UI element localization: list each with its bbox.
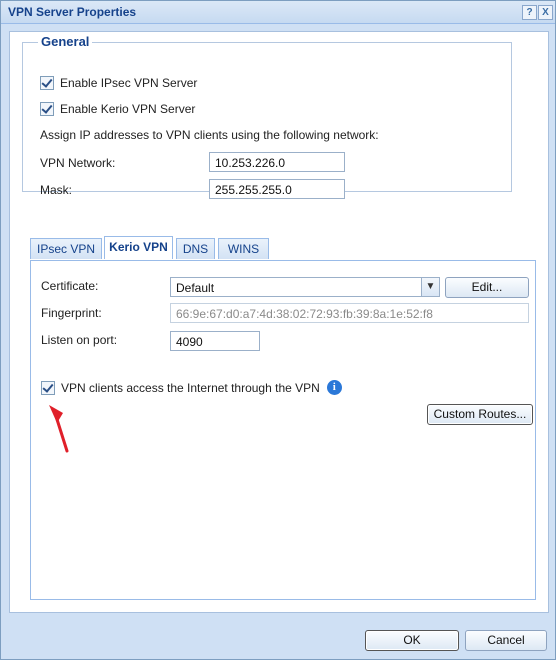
internet-through-vpn-row: VPN clients access the Internet through … (41, 380, 342, 395)
internet-through-vpn-checkbox[interactable] (41, 380, 55, 395)
ok-button[interactable]: OK (365, 630, 459, 651)
certificate-value: Default (176, 281, 215, 295)
enable-ipsec-checkbox[interactable] (40, 76, 54, 90)
enable-ipsec-label: Enable IPsec VPN Server (60, 76, 198, 90)
listen-port-label: Listen on port: (41, 333, 118, 347)
vpn-server-properties-dialog: VPN Server Properties ? X General Enable… (0, 0, 556, 660)
tab-ipsec-vpn[interactable]: IPsec VPN (30, 238, 102, 259)
internet-through-vpn-label: VPN clients access the Internet through … (61, 380, 320, 395)
custom-routes-button[interactable]: Custom Routes... (427, 404, 533, 425)
enable-kerio-label: Enable Kerio VPN Server (60, 102, 196, 116)
fingerprint-label: Fingerprint: (41, 306, 102, 320)
certificate-label: Certificate: (41, 279, 99, 293)
kerio-vpn-tab-panel: Certificate: Default ▼ Edit... Fingerpri… (30, 260, 536, 600)
cancel-button[interactable]: Cancel (465, 630, 547, 651)
fingerprint-field: 66:9e:67:d0:a7:4d:38:02:72:93:fb:39:8a:1… (170, 303, 529, 323)
chevron-down-icon[interactable]: ▼ (421, 278, 439, 296)
enable-kerio-checkbox[interactable] (40, 102, 54, 116)
dialog-title: VPN Server Properties (8, 5, 137, 19)
tab-kerio-vpn[interactable]: Kerio VPN (104, 236, 173, 259)
mask-label: Mask: (40, 183, 73, 197)
annotation-arrow-icon (49, 405, 69, 453)
title-bar: VPN Server Properties ? X (1, 1, 555, 24)
enable-ipsec-row: Enable IPsec VPN Server (40, 76, 197, 90)
info-icon[interactable]: i (326, 380, 342, 395)
assign-ip-text: Assign IP addresses to VPN clients using… (40, 128, 379, 142)
general-legend: General (38, 34, 93, 49)
certificate-select[interactable]: Default ▼ (170, 277, 440, 297)
mask-field[interactable]: 255.255.255.0 (209, 179, 345, 199)
enable-kerio-row: Enable Kerio VPN Server (40, 102, 195, 116)
tab-dns[interactable]: DNS (176, 238, 215, 259)
vpn-network-label: VPN Network: (40, 156, 116, 170)
tab-wins[interactable]: WINS (218, 238, 269, 259)
close-icon[interactable]: X (538, 5, 553, 20)
dialog-body: General Enable IPsec VPN Server Enable K… (9, 31, 549, 613)
listen-port-field[interactable]: 4090 (170, 331, 260, 351)
vpn-network-field[interactable]: 10.253.226.0 (209, 152, 345, 172)
help-icon[interactable]: ? (522, 5, 537, 20)
edit-certificate-button[interactable]: Edit... (445, 277, 529, 298)
